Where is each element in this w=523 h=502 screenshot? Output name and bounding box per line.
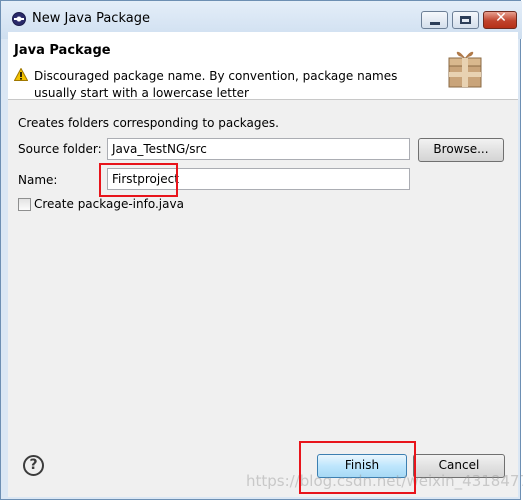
create-package-info-checkbox[interactable]: [18, 198, 31, 211]
package-banner-icon: [448, 51, 482, 88]
source-folder-field[interactable]: Java_TestNG/src: [107, 138, 410, 160]
close-button[interactable]: ✕: [483, 10, 517, 29]
help-icon[interactable]: ?: [23, 455, 44, 476]
warning-icon: [14, 68, 28, 81]
warning-message: Discouraged package name. By convention,…: [34, 69, 398, 100]
create-package-info-label[interactable]: Create package-info.java: [34, 197, 184, 211]
browse-button[interactable]: Browse...: [418, 138, 504, 162]
maximize-icon: [460, 16, 471, 24]
dialog-window: New Java Package ✕ Java Package Discoura…: [0, 0, 523, 500]
close-icon: ✕: [495, 10, 507, 26]
minimize-button[interactable]: [421, 11, 448, 29]
window-title: New Java Package: [32, 11, 150, 26]
maximize-button[interactable]: [452, 11, 479, 29]
wizard-header: Java Package Discouraged package name. B…: [8, 32, 518, 100]
name-label: Name:: [18, 173, 58, 187]
finish-highlight-box: [299, 441, 416, 494]
minimize-icon: [430, 22, 440, 25]
name-highlight-box: [99, 163, 178, 197]
wizard-description: Creates folders corresponding to package…: [18, 116, 279, 130]
dialog-content: Java Package Discouraged package name. B…: [8, 32, 523, 497]
page-title: Java Package: [14, 43, 111, 58]
source-folder-label: Source folder:: [18, 142, 102, 156]
eclipse-app-icon: [12, 12, 26, 26]
